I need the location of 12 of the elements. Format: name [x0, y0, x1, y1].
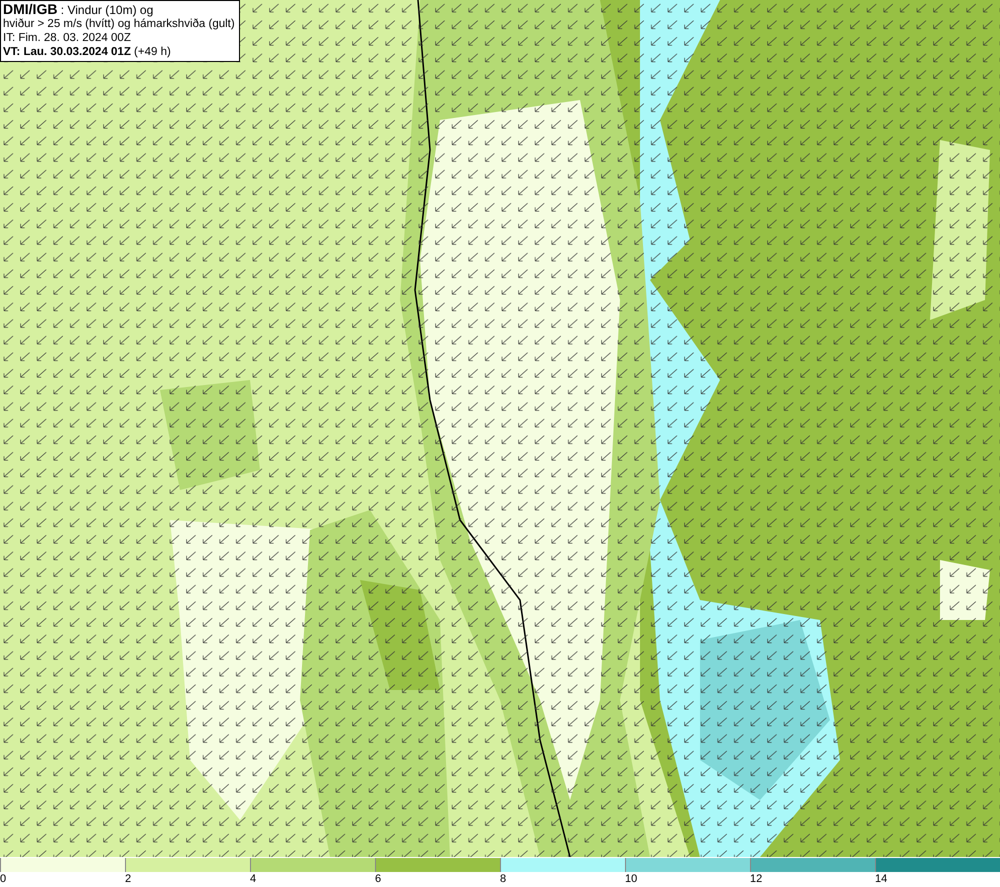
scale-label: 2 [125, 872, 132, 886]
caption-line: VT: Lau. 30.03.2024 01Z (+49 h) [3, 45, 172, 59]
scale-label: 14 [875, 872, 888, 886]
caption-line: IT: Fim. 28. 03. 2024 00Z [3, 31, 132, 45]
caption-line: hviður > 25 m/s (hvítt) og hámarkshviða (gult) [3, 17, 235, 31]
scale-label: 6 [375, 872, 382, 886]
scale-label: 0 [0, 872, 6, 886]
caption-line: DMI/IGB : Vindur (10m) og [3, 2, 154, 17]
scale-label: 12 [750, 872, 762, 886]
scale-label: 4 [250, 872, 256, 886]
scale-label: 8 [500, 872, 506, 886]
scale-label: 10 [625, 872, 638, 886]
